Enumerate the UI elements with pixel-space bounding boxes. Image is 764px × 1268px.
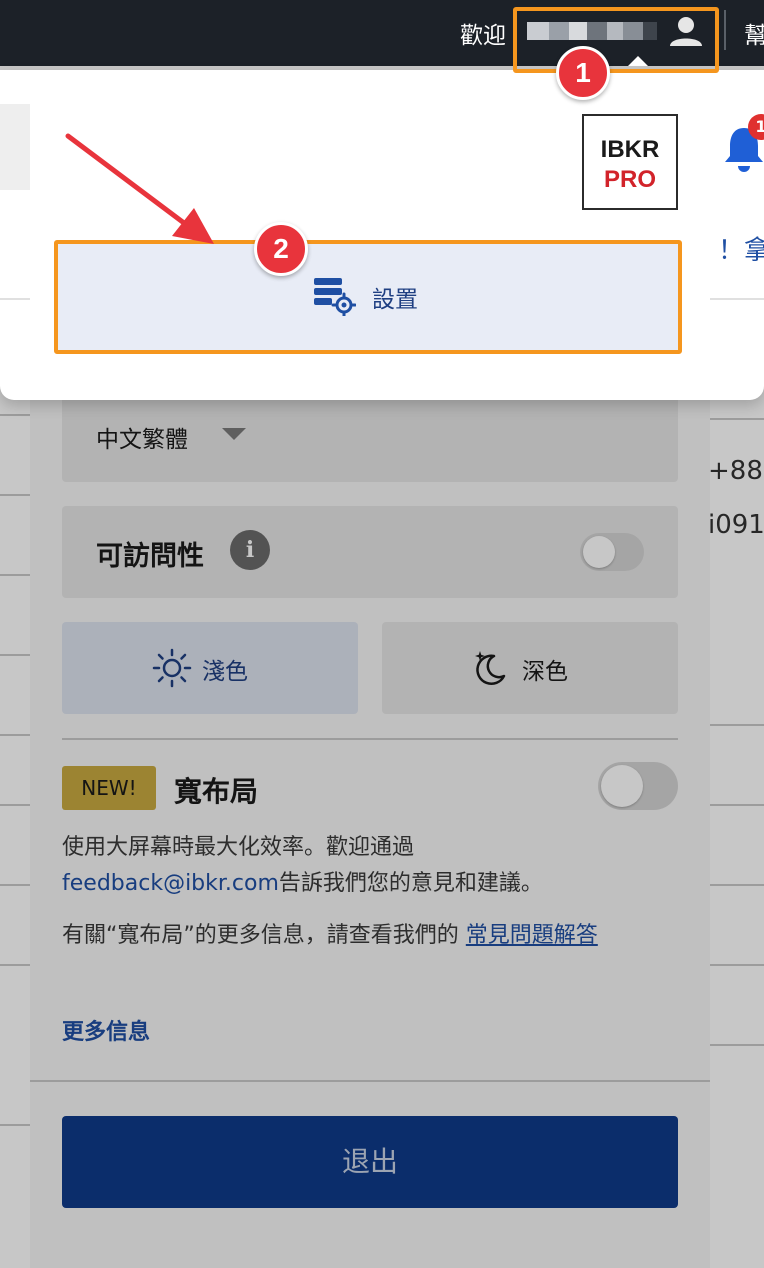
highlight-user-menu xyxy=(513,7,719,73)
promo-text[interactable]: ！拿 xyxy=(718,230,764,267)
ibkr-pro-logo: IBKR PRO xyxy=(582,114,678,210)
step-badge-2: 2 xyxy=(254,222,308,276)
highlight-settings xyxy=(54,240,682,354)
logo-text-pro: PRO xyxy=(603,166,656,193)
topbar-divider xyxy=(724,10,726,50)
background-sliver xyxy=(0,104,30,190)
step-badge-1: 1 xyxy=(556,46,610,100)
logo-text-ibkr: IBKR xyxy=(600,136,660,163)
help-link[interactable]: 幫 xyxy=(744,16,764,50)
row-divider xyxy=(710,298,764,300)
row-divider xyxy=(0,298,30,300)
welcome-text: 歡迎 xyxy=(460,23,506,49)
